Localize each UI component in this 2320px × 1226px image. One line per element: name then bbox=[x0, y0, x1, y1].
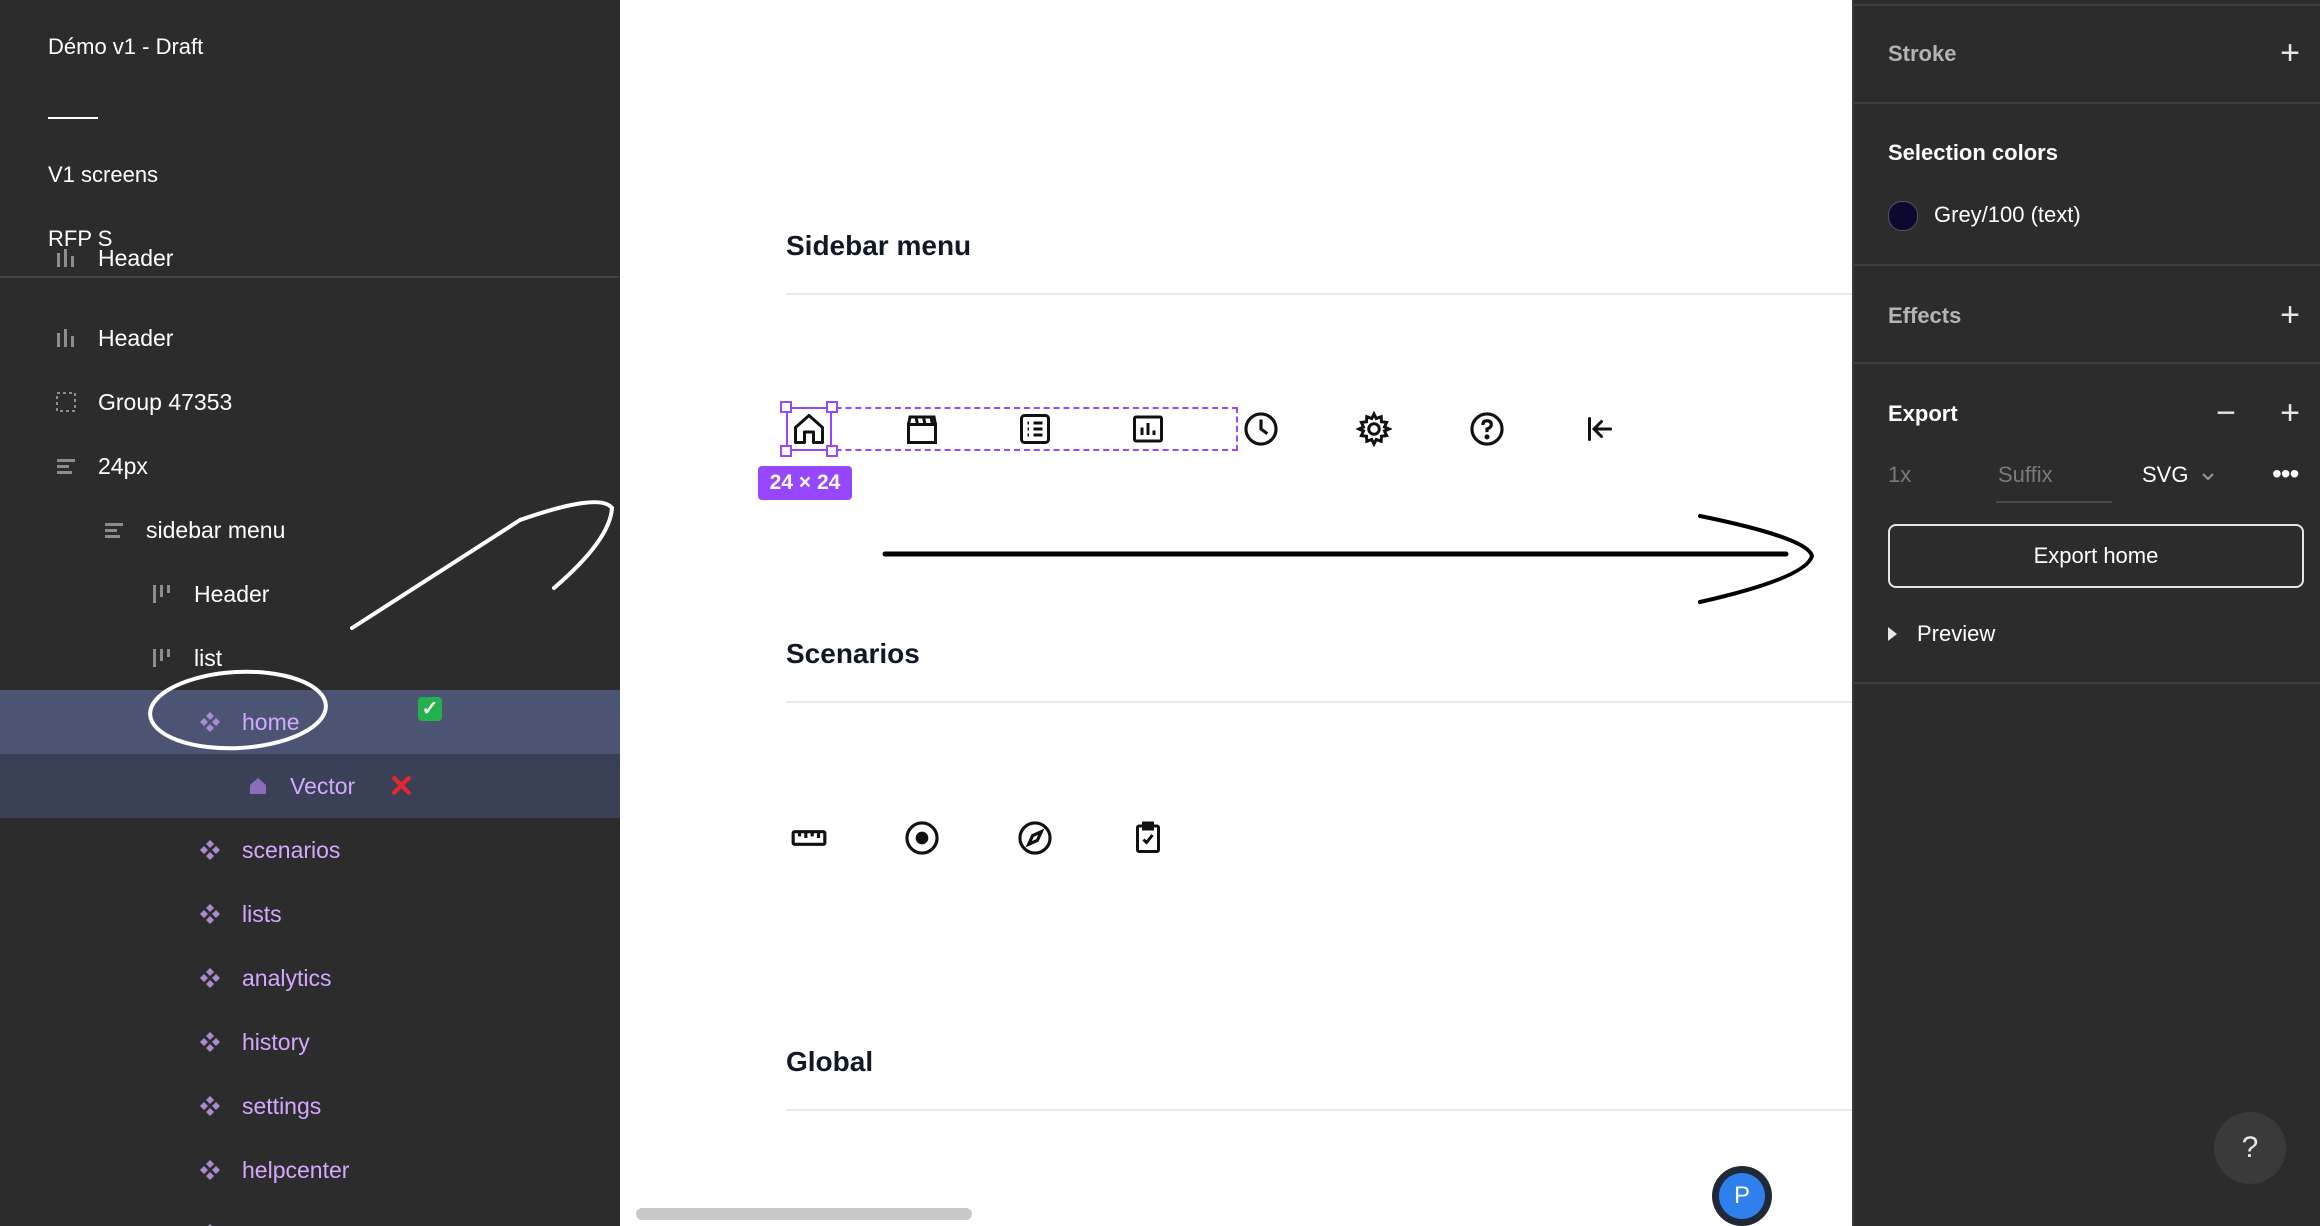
properties-panel: Stroke + Selection colors Grey/100 (text… bbox=[1852, 0, 2320, 1226]
clipboard-check-icon[interactable] bbox=[1128, 818, 1168, 858]
target-icon[interactable] bbox=[902, 818, 942, 858]
collaborator-avatar[interactable]: P bbox=[1712, 1166, 1772, 1226]
suffix-underline bbox=[1996, 501, 2112, 503]
add-effect-icon[interactable]: + bbox=[2280, 298, 2300, 332]
section-title-global: Global bbox=[786, 1046, 874, 1077]
export-scale-field[interactable]: 1x bbox=[1888, 462, 1911, 488]
hand-drawn-arrow-annotation bbox=[882, 514, 1815, 604]
section-title-scenarios: Scenarios bbox=[786, 638, 920, 669]
format-value: SVG bbox=[2142, 462, 2189, 487]
ruler-icon[interactable] bbox=[789, 818, 829, 858]
export-button[interactable]: Export home bbox=[1888, 524, 2304, 588]
more-options-icon[interactable]: ••• bbox=[2272, 458, 2299, 490]
export-format-select[interactable]: SVG bbox=[2142, 462, 2215, 488]
add-stroke-icon[interactable]: + bbox=[2280, 36, 2300, 70]
preview-toggle[interactable]: Preview bbox=[1888, 621, 1995, 647]
avatar-initial: P bbox=[1719, 1173, 1765, 1219]
help-button[interactable]: ? bbox=[2214, 1112, 2286, 1184]
add-export-icon[interactable]: + bbox=[2280, 396, 2300, 430]
section-divider bbox=[786, 701, 1852, 703]
effects-title: Effects bbox=[1888, 303, 1962, 328]
remove-export-icon[interactable]: − bbox=[2216, 396, 2236, 430]
stroke-title: Stroke bbox=[1888, 41, 1957, 66]
selection-colors-title: Selection colors bbox=[1888, 140, 2058, 165]
color-style-label[interactable]: Grey/100 (text) bbox=[1934, 202, 2081, 228]
design-canvas[interactable]: Sidebar menu 24 × 24 Scenarios Global P bbox=[620, 0, 1852, 1226]
panel-divider bbox=[1854, 4, 2320, 6]
export-suffix-input[interactable]: Suffix bbox=[1998, 462, 2053, 488]
hand-drawn-annotations bbox=[148, 500, 615, 751]
export-title: Export bbox=[1888, 401, 1958, 426]
panel-divider bbox=[1854, 682, 2320, 684]
caret-right-icon bbox=[1888, 627, 1897, 641]
layers-panel: Démo v1 - Draft V1 screens RFP S Header … bbox=[0, 0, 620, 1226]
panel-divider bbox=[1854, 362, 2320, 364]
section-divider bbox=[786, 1109, 1852, 1111]
panel-divider bbox=[1854, 264, 2320, 266]
horizontal-scrollbar[interactable] bbox=[636, 1208, 972, 1220]
chevron-down-icon bbox=[2201, 473, 2214, 481]
preview-label: Preview bbox=[1917, 621, 1996, 646]
panel-divider bbox=[1854, 102, 2320, 104]
compass-icon[interactable] bbox=[1015, 818, 1055, 858]
color-swatch[interactable] bbox=[1888, 201, 1918, 231]
